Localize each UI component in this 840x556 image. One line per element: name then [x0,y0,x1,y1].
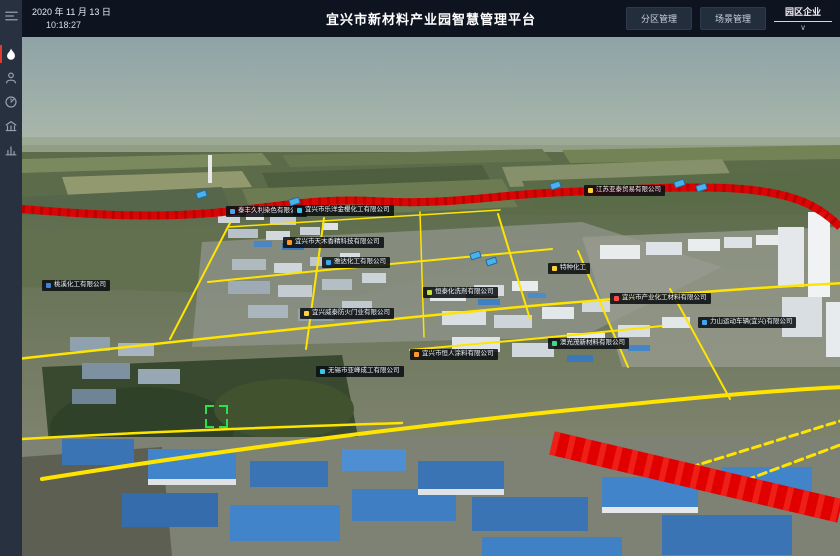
vehicle-marker[interactable] [695,182,708,192]
company-label[interactable]: 宜兴市恒人涂料有限公司 [410,349,498,360]
company-marker-icon [46,283,51,288]
user-icon[interactable] [0,66,22,90]
company-label-text: 宜兴市恒人涂料有限公司 [422,351,494,358]
company-label-text: 恒泰化洗剂有限公司 [435,289,494,296]
menu-icon[interactable] [0,4,22,28]
company-label-text: 宜兴市乐洋金樱化工有限公司 [305,207,390,214]
gauge-icon[interactable] [0,90,22,114]
park-enterprises-label: 园区企业 [774,5,832,22]
zone-management-button[interactable]: 分区管理 [626,7,692,30]
company-label-text: 江苏亚泰贸易有限公司 [596,187,661,194]
company-label[interactable]: 江苏亚泰贸易有限公司 [584,185,665,196]
company-label[interactable]: 桃溪化工有限公司 [42,280,110,291]
company-label-text: 桃溪化工有限公司 [54,282,106,289]
chevron-down-icon: ∨ [800,24,806,32]
datetime-block: 2020 年 11 月 13 日 10:18:27 [32,6,111,32]
vehicle-marker[interactable] [673,178,686,188]
company-marker-icon [588,188,593,193]
company-label[interactable]: 宜兴威泰防火门业有限公司 [300,308,394,319]
company-label-text: 宜兴威泰防火门业有限公司 [312,310,390,317]
fire-icon[interactable] [0,42,22,66]
vehicle-marker[interactable] [469,250,482,260]
page-title: 宜兴市新材料产业园智慧管理平台 [326,9,536,28]
company-marker-icon [427,290,432,295]
scene-management-button[interactable]: 场景管理 [700,7,766,30]
company-label[interactable]: 雅达化工有限公司 [322,257,390,268]
company-label[interactable]: 恒泰化洗剂有限公司 [423,287,498,298]
top-header: 2020 年 11 月 13 日 10:18:27 宜兴市新材料产业园智慧管理平… [22,0,840,37]
vehicle-marker[interactable] [195,189,208,199]
company-label-text: 无锡市亚峰成工有限公司 [328,368,400,375]
company-label[interactable]: 力山运动车辆(宜兴)有限公司 [698,317,796,328]
company-label-text: 雅达化工有限公司 [334,259,386,266]
company-marker-icon [320,369,325,374]
company-marker-icon [304,311,309,316]
vehicle-marker[interactable] [485,256,498,266]
company-marker-icon [552,266,557,271]
company-marker-icon [297,208,302,213]
company-marker-icon [230,209,235,214]
company-label[interactable]: 宜兴市乐洋金樱化工有限公司 [293,205,394,216]
left-toolbar [0,0,22,556]
company-marker-icon [614,296,619,301]
park-enterprises-dropdown[interactable]: 园区企业 ∨ [774,5,832,32]
company-label-text: 宜兴市产业化工材料有限公司 [622,295,707,302]
company-label-text: 宜兴市天木香精科技有限公司 [295,239,380,246]
company-label-text: 澳光茂新材料有限公司 [560,340,625,347]
company-marker-icon [287,240,292,245]
company-label[interactable]: 澳光茂新材料有限公司 [548,338,629,349]
label-layer: 泰丰久利染色有限公司宜兴市乐洋金樱化工有限公司宜兴市天木香精科技有限公司雅达化工… [22,37,840,556]
company-label-text: 特种化工 [560,265,586,272]
company-label[interactable]: 宜兴市天木香精科技有限公司 [283,237,384,248]
date-text: 2020 年 11 月 13 日 [32,6,111,19]
company-label[interactable]: 无锡市亚峰成工有限公司 [316,366,404,377]
company-marker-icon [414,352,419,357]
company-marker-icon [326,260,331,265]
company-label-text: 力山运动车辆(宜兴)有限公司 [710,319,792,326]
company-marker-icon [552,341,557,346]
company-label[interactable]: 特种化工 [548,263,590,274]
company-marker-icon [702,320,707,325]
vehicle-marker[interactable] [549,180,562,190]
company-label[interactable]: 宜兴市产业化工材料有限公司 [610,293,711,304]
time-text: 10:18:27 [46,19,111,32]
factory-icon[interactable] [0,114,22,138]
selection-bracket [205,405,228,428]
bar-chart-icon[interactable] [0,138,22,162]
map-viewport[interactable]: 泰丰久利染色有限公司宜兴市乐洋金樱化工有限公司宜兴市天木香精科技有限公司雅达化工… [22,37,840,556]
